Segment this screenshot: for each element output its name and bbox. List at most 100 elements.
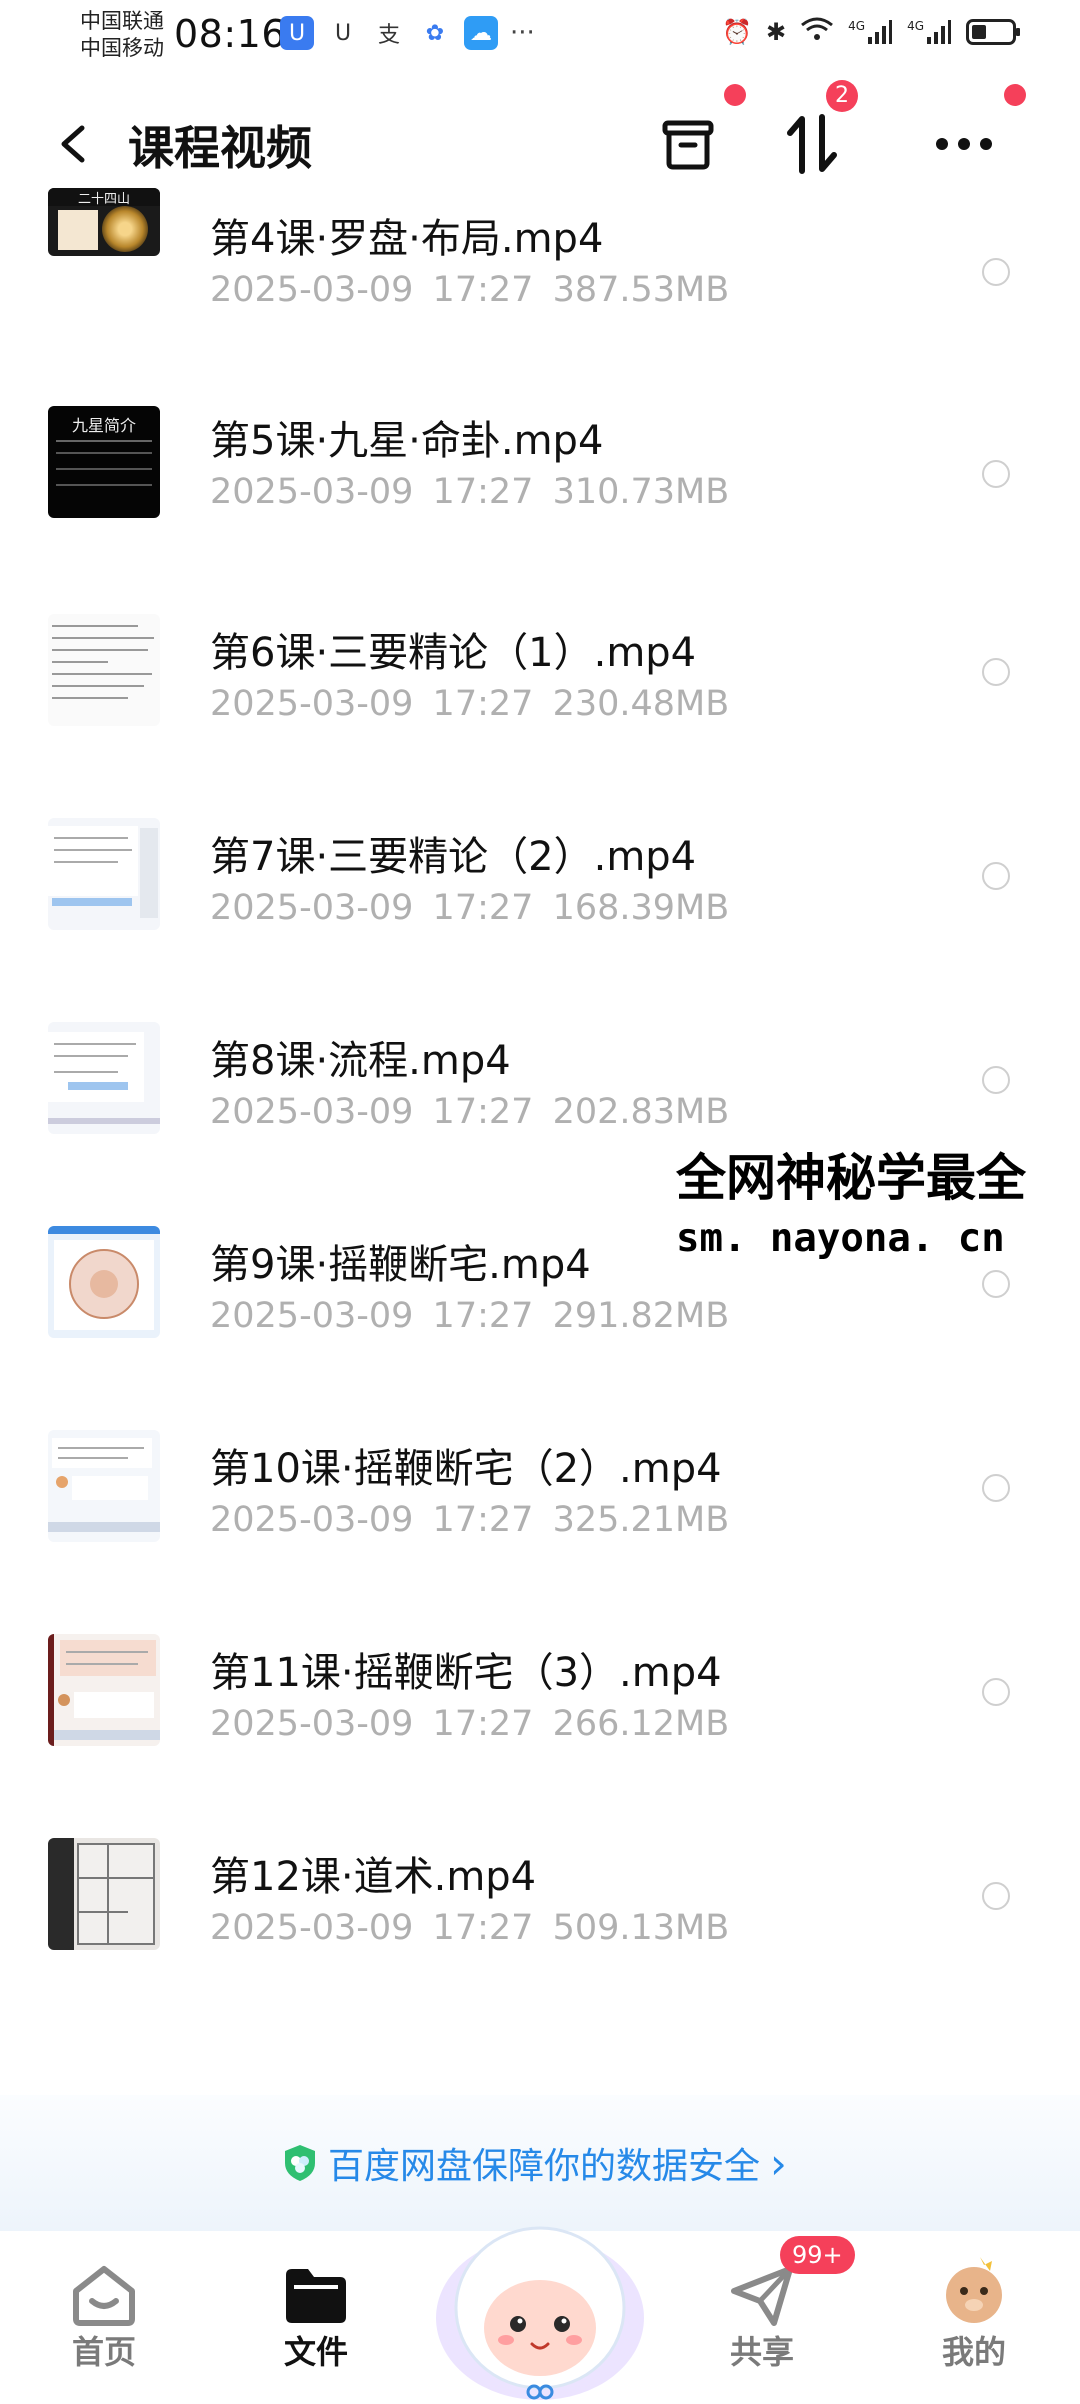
share-badge: 99+ <box>780 2236 855 2274</box>
list-item[interactable]: 第8课·流程.mp4 2025-03-09 17:27 202.83MB <box>0 1010 1080 1150</box>
file-time: 17:27 <box>432 1500 534 1540</box>
video-thumbnail: 二十四山 <box>48 188 160 256</box>
file-time: 17:27 <box>432 1296 534 1336</box>
folder-icon <box>286 2269 346 2323</box>
file-meta: 2025-03-09 17:27 310.73MB <box>210 472 729 512</box>
alarm-icon: ⏰ <box>722 18 753 46</box>
notification-app-icon: U <box>326 16 360 50</box>
file-date: 2025-03-09 <box>210 684 414 724</box>
file-size: 266.12MB <box>552 1704 730 1744</box>
file-size: 310.73MB <box>552 472 730 512</box>
file-name: 第12课·道术.mp4 <box>210 1854 537 1900</box>
home-icon <box>73 2266 135 2326</box>
signal-icon-1: 4G <box>848 19 893 45</box>
watermark-line-2: sm. nayona. cn <box>676 1216 1005 1261</box>
video-thumbnail <box>48 1634 160 1746</box>
video-thumbnail <box>48 614 160 726</box>
file-date: 2025-03-09 <box>210 888 414 928</box>
list-item[interactable]: 第10课·摇鞭断宅（2）.mp4 2025-03-09 17:27 325.21… <box>0 1418 1080 1558</box>
notification-app-icon: U <box>280 16 314 50</box>
list-item[interactable]: 九星简介 第5课·九星·命卦.mp4 2025-03-09 17:27 310.… <box>0 268 1080 518</box>
select-radio[interactable] <box>982 1270 1010 1298</box>
carrier-2: 中国移动 <box>80 36 164 60</box>
file-size: 325.21MB <box>552 1500 730 1540</box>
sort-badge: 2 <box>826 80 858 112</box>
video-thumbnail: 九星简介 <box>48 406 160 518</box>
file-name: 第8课·流程.mp4 <box>210 1038 511 1084</box>
select-radio[interactable] <box>982 460 1010 488</box>
carrier-1: 中国联通 <box>80 9 164 33</box>
video-thumbnail <box>48 1838 160 1950</box>
avatar-icon <box>946 2257 1002 2323</box>
video-thumbnail <box>48 1226 160 1338</box>
file-time: 17:27 <box>432 472 534 512</box>
file-time: 17:27 <box>432 1908 534 1948</box>
list-item[interactable]: 第6课·三要精论（1）.mp4 2025-03-09 17:27 230.48M… <box>0 602 1080 742</box>
file-meta: 2025-03-09 17:27 291.82MB <box>210 1296 729 1336</box>
file-date: 2025-03-09 <box>210 472 414 512</box>
select-radio[interactable] <box>982 1474 1010 1502</box>
file-name: 第10课·摇鞭断宅（2）.mp4 <box>210 1446 722 1492</box>
weather-icon: ☁ <box>464 16 498 50</box>
signal-icon-2: 4G <box>907 19 952 45</box>
file-name: 第4课·罗盘·布局.mp4 <box>210 216 604 262</box>
file-list: 二十四山 第4课·罗盘·布局.mp4 2025-03-09 17:27 387.… <box>0 188 1080 518</box>
tab-profile-label: 我的 <box>941 2333 1006 2371</box>
file-name: 第9课·摇鞭断宅.mp4 <box>210 1242 591 1288</box>
video-thumbnail <box>48 1430 160 1542</box>
tab-files-label: 文件 <box>283 2333 348 2371</box>
video-thumbnail <box>48 1022 160 1134</box>
thumbnail-caption: 九星简介 <box>71 416 136 435</box>
file-size: 168.39MB <box>552 888 730 928</box>
bluetooth-icon: ✱ <box>766 18 787 46</box>
tab-home[interactable]: 首页 <box>14 2231 194 2400</box>
file-meta: 2025-03-09 17:27 509.13MB <box>210 1908 729 1948</box>
more-notifications-icon: ··· <box>510 18 535 48</box>
watermark-overlay: 全网神秘学最全 sm. nayona. cn <box>676 1138 1026 1261</box>
file-name: 第11课·摇鞭断宅（3）.mp4 <box>210 1650 722 1696</box>
tab-share-label: 共享 <box>729 2333 794 2371</box>
file-size: 291.82MB <box>552 1296 730 1336</box>
file-time: 17:27 <box>432 1092 534 1132</box>
list-item[interactable]: 第7课·三要精论（2）.mp4 2025-03-09 17:27 168.39M… <box>0 806 1080 946</box>
status-bar: 中国联通 中国移动 08:16 U U 支 ✿ ☁ ··· ⏰ ✱ 4G 4G <box>0 0 1080 72</box>
mascot-icon <box>436 2226 644 2400</box>
file-date: 2025-03-09 <box>210 1296 414 1336</box>
select-radio[interactable] <box>982 1066 1010 1094</box>
select-radio[interactable] <box>982 658 1010 686</box>
send-icon <box>731 2266 793 2326</box>
file-meta: 2025-03-09 17:27 168.39MB <box>210 888 729 928</box>
file-time: 17:27 <box>432 684 534 724</box>
file-meta: 2025-03-09 17:27 266.12MB <box>210 1704 729 1744</box>
system-icons: ⏰ ✱ 4G 4G <box>722 16 1020 48</box>
list-item[interactable]: 第11课·摇鞭断宅（3）.mp4 2025-03-09 17:27 266.12… <box>0 1622 1080 1762</box>
file-meta: 2025-03-09 17:27 202.83MB <box>210 1092 729 1132</box>
alipay-icon: 支 <box>372 16 406 50</box>
file-time: 17:27 <box>432 1704 534 1744</box>
tab-profile[interactable]: 我的 <box>884 2231 1064 2400</box>
file-name: 第6课·三要精论（1）.mp4 <box>210 630 697 676</box>
mascot-button[interactable] <box>430 2168 650 2400</box>
select-radio[interactable] <box>982 1678 1010 1706</box>
file-meta: 2025-03-09 17:27 325.21MB <box>210 1500 729 1540</box>
chevron-right-icon: › <box>770 2138 787 2188</box>
select-radio[interactable] <box>982 1882 1010 1910</box>
file-date: 2025-03-09 <box>210 1704 414 1744</box>
archive-notification-dot <box>724 84 746 106</box>
clock: 08:16 <box>174 12 287 56</box>
watermark-line-1: 全网神秘学最全 <box>676 1149 1026 1207</box>
tab-files[interactable]: 文件 <box>226 2231 406 2400</box>
file-date: 2025-03-09 <box>210 1500 414 1540</box>
select-radio[interactable] <box>982 862 1010 890</box>
video-thumbnail <box>48 818 160 930</box>
wifi-icon <box>800 16 834 48</box>
file-size: 509.13MB <box>552 1908 730 1948</box>
thumbnail-caption: 二十四山 <box>48 188 160 207</box>
tab-home-label: 首页 <box>71 2333 136 2371</box>
file-size: 202.83MB <box>552 1092 730 1132</box>
file-meta: 2025-03-09 17:27 230.48MB <box>210 684 729 724</box>
file-name: 第7课·三要精论（2）.mp4 <box>210 834 697 880</box>
file-date: 2025-03-09 <box>210 1908 414 1948</box>
shield-icon <box>285 2145 315 2181</box>
list-item[interactable]: 第12课·道术.mp4 2025-03-09 17:27 509.13MB <box>0 1826 1080 1966</box>
